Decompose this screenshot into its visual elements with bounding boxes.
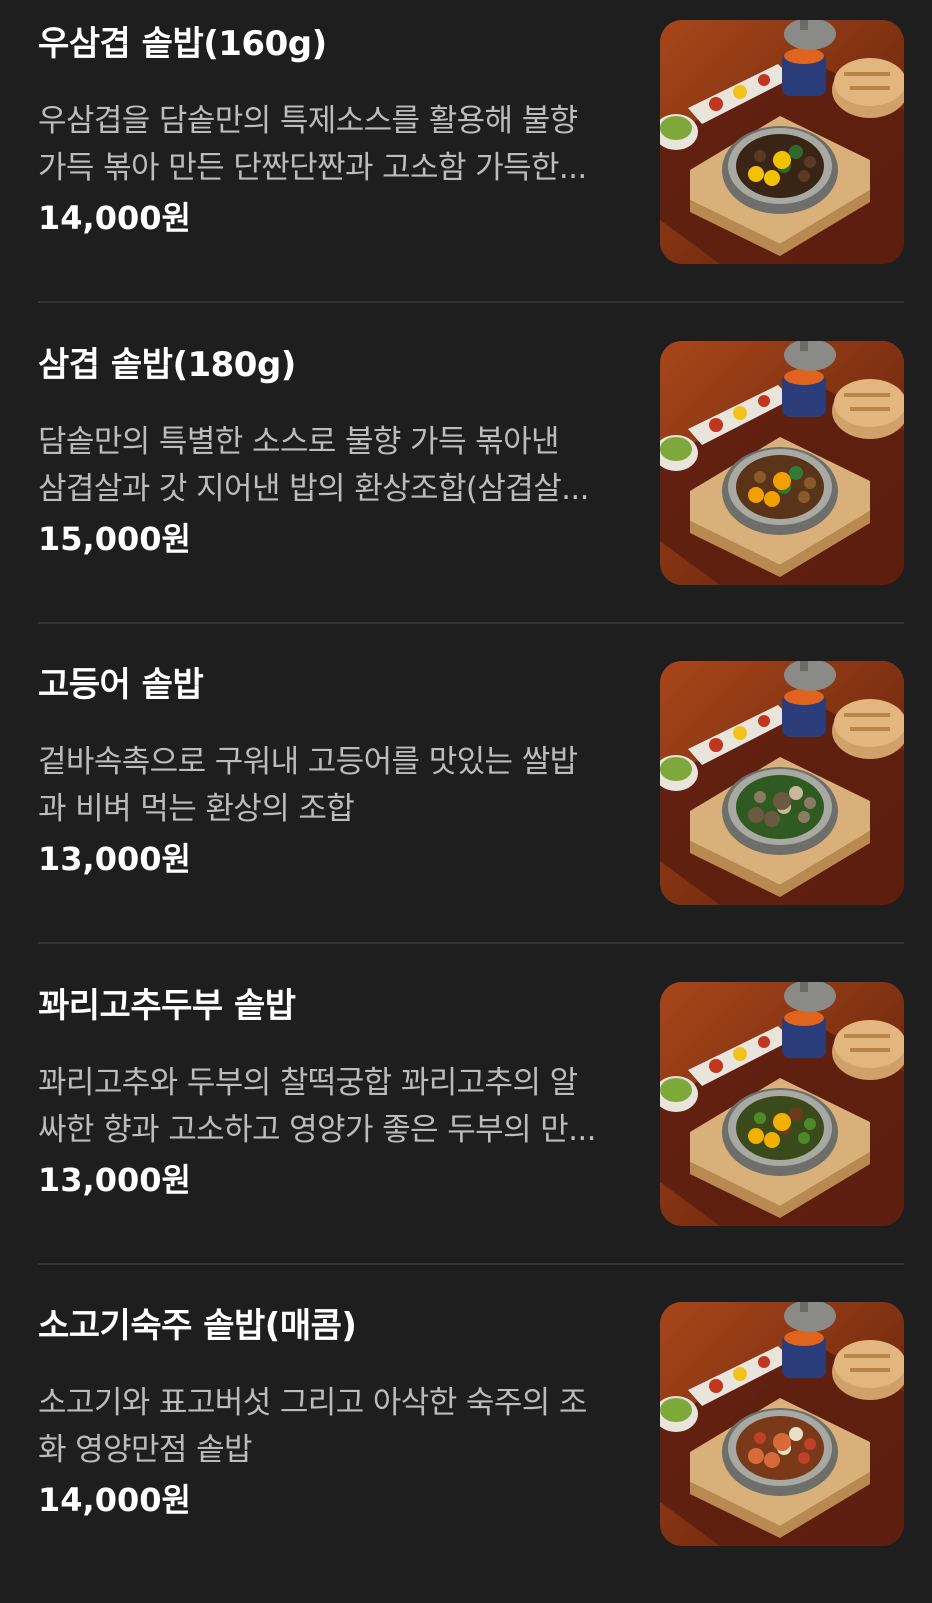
menu-item-description: 겉바속촉으로 구워내 고등어를 맛있는 쌀밥 과 비벼 먹는 환상의 조합	[38, 739, 628, 833]
dish-photo	[660, 982, 904, 1226]
menu-item[interactable]: 꽈리고추두부 솥밥 꽈리고추와 두부의 찰떡궁합 꽈리고추의 알 싸한 향과 고…	[0, 962, 932, 1283]
dish-photo	[660, 661, 904, 905]
menu-item-price: 13,000원	[38, 840, 191, 878]
menu-item-price: 14,000원	[38, 199, 191, 237]
menu-item-price: 14,000원	[38, 1481, 191, 1519]
dish-photo-icon[interactable]	[660, 20, 904, 264]
menu-item-description-line: 꽈리고추와 두부의 찰떡궁합 꽈리고추의 알	[38, 1065, 578, 1101]
menu-item-name: 우삼겹 솥밥(160g)	[38, 24, 327, 64]
menu-item-description: 우삼겹을 담솥만의 특제소스를 활용해 불향 가득 볶아 만든 단짠단짠과 고소…	[38, 98, 628, 192]
menu-item[interactable]: 우삼겹 솥밥(160g) 우삼겹을 담솥만의 특제소스를 활용해 불향 가득 볶…	[0, 0, 932, 321]
divider	[38, 301, 904, 303]
divider	[38, 622, 904, 624]
dish-photo	[660, 20, 904, 264]
menu-item-description: 담솥만의 특별한 소스로 불향 가득 볶아낸 삼겹살과 갓 지어낸 밥의 환상조…	[38, 419, 628, 513]
menu-item-name: 고등어 솥밥	[38, 665, 204, 705]
menu-item-price: 15,000원	[38, 520, 191, 558]
dish-photo	[660, 341, 904, 585]
dish-photo-icon[interactable]	[660, 661, 904, 905]
menu-item-description-line: 삼겹살과 갓 지어낸 밥의 환상조합(삼겹살...	[38, 471, 590, 507]
menu-item-description-line: 겉바속촉으로 구워내 고등어를 맛있는 쌀밥	[38, 744, 578, 780]
dish-photo	[660, 1302, 904, 1546]
menu-item-description-line: 과 비벼 먹는 환상의 조합	[38, 791, 355, 827]
menu-item[interactable]: 고등어 솥밥 겉바속촉으로 구워내 고등어를 맛있는 쌀밥 과 비벼 먹는 환상…	[0, 641, 932, 962]
menu-item-description-line: 우삼겹을 담솥만의 특제소스를 활용해 불향	[38, 103, 578, 139]
menu-item-description-line: 가득 볶아 만든 단짠단짠과 고소함 가득한...	[38, 150, 587, 186]
menu-item-price: 13,000원	[38, 1161, 191, 1199]
dish-photo-icon[interactable]	[660, 982, 904, 1226]
dish-photo-icon[interactable]	[660, 341, 904, 585]
menu-item-name: 꽈리고추두부 솥밥	[38, 986, 296, 1026]
divider	[38, 1263, 904, 1265]
menu-item-description: 소고기와 표고버섯 그리고 아삭한 숙주의 조 화 영양만점 솥밥	[38, 1380, 628, 1474]
dish-photo-icon[interactable]	[660, 1302, 904, 1546]
menu-item-description-line: 싸한 향과 고소하고 영양가 좋은 두부의 만...	[38, 1112, 597, 1148]
menu-item[interactable]: 소고기숙주 솥밥(매콤) 소고기와 표고버섯 그리고 아삭한 숙주의 조 화 영…	[0, 1282, 932, 1603]
divider	[38, 942, 904, 944]
menu-list: 우삼겹 솥밥(160g) 우삼겹을 담솥만의 특제소스를 활용해 불향 가득 볶…	[0, 0, 932, 1570]
menu-item-name: 소고기숙주 솥밥(매콤)	[38, 1306, 357, 1346]
menu-item-name: 삼겹 솥밥(180g)	[38, 345, 296, 385]
menu-item-description-line: 소고기와 표고버섯 그리고 아삭한 숙주의 조	[38, 1385, 587, 1421]
menu-item-description-line: 담솥만의 특별한 소스로 불향 가득 볶아낸	[38, 424, 560, 460]
menu-item[interactable]: 삼겹 솥밥(180g) 담솥만의 특별한 소스로 불향 가득 볶아낸 삼겹살과 …	[0, 321, 932, 642]
menu-item-description: 꽈리고추와 두부의 찰떡궁합 꽈리고추의 알 싸한 향과 고소하고 영양가 좋은…	[38, 1060, 628, 1154]
menu-item-description-line: 화 영양만점 솥밥	[38, 1432, 253, 1468]
